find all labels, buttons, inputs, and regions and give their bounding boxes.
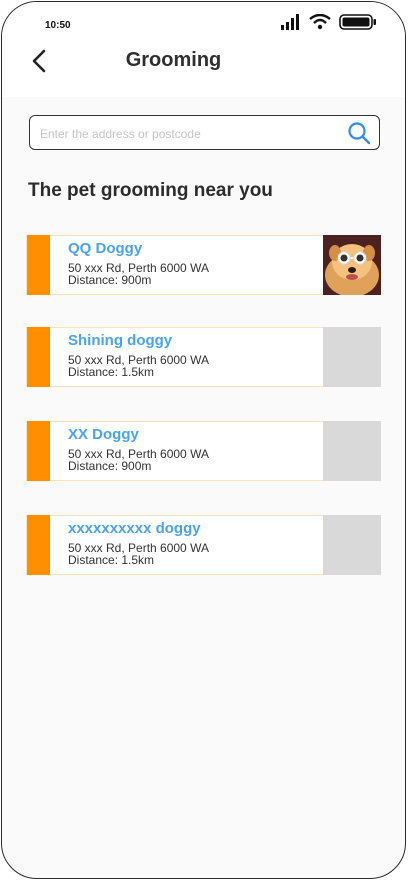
signal-icon xyxy=(281,14,301,35)
image-placeholder xyxy=(323,327,381,387)
image-placeholder xyxy=(323,421,381,481)
card-accent-bar xyxy=(27,421,50,481)
search-input[interactable] xyxy=(38,122,332,146)
shop-card-qq-doggy[interactable]: QQ Doggy 50 xxx Rd, Perth 6000 WA Distan… xyxy=(26,235,381,297)
shop-name[interactable]: xxxxxxxxxx doggy xyxy=(68,520,201,537)
shop-card-xxxxxxxxxx-doggy[interactable]: xxxxxxxxxx doggy 50 xxx Rd, Perth 6000 W… xyxy=(26,515,381,575)
card-accent-bar xyxy=(27,235,50,295)
shop-distance: Distance: 900m xyxy=(68,459,152,473)
shop-name[interactable]: QQ Doggy xyxy=(68,240,142,257)
card-accent-bar xyxy=(27,515,50,575)
shop-distance: Distance: 1.5km xyxy=(68,553,155,567)
search-box xyxy=(29,115,380,150)
battery-icon xyxy=(339,14,377,35)
wifi-icon xyxy=(309,13,331,35)
shop-card-xx-doggy[interactable]: XX Doggy 50 xxx Rd, Perth 6000 WA Distan… xyxy=(26,421,381,481)
shop-name[interactable]: Shining doggy xyxy=(68,332,172,349)
status-time: 10:50 xyxy=(45,20,71,31)
card-accent-bar xyxy=(27,327,50,387)
shop-card-shining-doggy[interactable]: Shining doggy 50 xxx Rd, Perth 6000 WA D… xyxy=(26,327,381,387)
dog-photo xyxy=(323,235,381,297)
section-heading: The pet grooming near you xyxy=(28,180,273,201)
status-icons xyxy=(281,13,377,35)
shop-distance: Distance: 1.5km xyxy=(68,365,155,379)
app-header: 10:50 Grooming xyxy=(2,2,405,97)
search-icon xyxy=(347,122,371,149)
page-title: Grooming xyxy=(125,49,222,71)
search-button[interactable] xyxy=(347,121,371,145)
shop-name[interactable]: XX Doggy xyxy=(68,426,139,443)
phone-frame: 10:50 Grooming Enter the address or post… xyxy=(1,1,406,879)
shop-distance: Distance: 900m xyxy=(68,273,152,287)
image-placeholder xyxy=(323,515,381,575)
